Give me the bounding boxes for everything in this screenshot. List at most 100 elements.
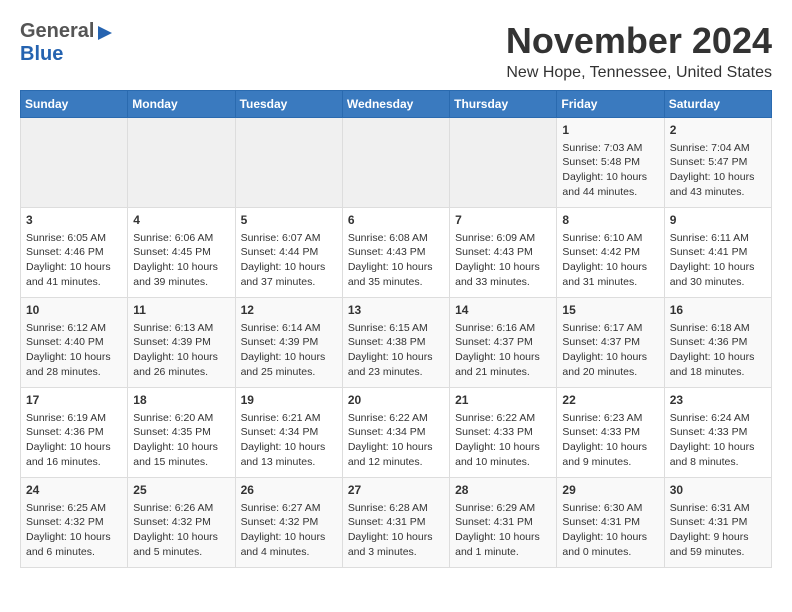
calendar-day-cell: 10Sunrise: 6:12 AMSunset: 4:40 PMDayligh…: [21, 298, 128, 388]
day-number: 14: [455, 302, 551, 319]
day-info: Sunrise: 6:13 AM: [133, 321, 229, 336]
day-number: 16: [670, 302, 766, 319]
day-info: Daylight: 10 hours: [670, 440, 766, 455]
weekday-header-friday: Friday: [557, 91, 664, 118]
location: New Hope, Tennessee, United States: [506, 64, 772, 82]
day-info: Sunrise: 6:16 AM: [455, 321, 551, 336]
day-info: and 12 minutes.: [348, 455, 444, 470]
day-info: Sunset: 4:40 PM: [26, 335, 122, 350]
weekday-header-row: SundayMondayTuesdayWednesdayThursdayFrid…: [21, 91, 772, 118]
calendar-week-4: 17Sunrise: 6:19 AMSunset: 4:36 PMDayligh…: [21, 388, 772, 478]
calendar-day-cell: [450, 118, 557, 208]
logo-general: General: [20, 20, 94, 43]
day-number: 20: [348, 392, 444, 409]
calendar-week-1: 1Sunrise: 7:03 AMSunset: 5:48 PMDaylight…: [21, 118, 772, 208]
day-number: 30: [670, 482, 766, 499]
month-title: November 2024: [506, 20, 772, 62]
day-number: 12: [241, 302, 337, 319]
day-number: 15: [562, 302, 658, 319]
day-info: Sunset: 4:31 PM: [562, 515, 658, 530]
calendar-day-cell: 7Sunrise: 6:09 AMSunset: 4:43 PMDaylight…: [450, 208, 557, 298]
day-number: 10: [26, 302, 122, 319]
logo-triangle-icon: [96, 24, 114, 42]
day-info: Sunrise: 6:31 AM: [670, 501, 766, 516]
calendar-day-cell: 28Sunrise: 6:29 AMSunset: 4:31 PMDayligh…: [450, 478, 557, 568]
day-info: Sunrise: 6:08 AM: [348, 231, 444, 246]
page-header: General Blue November 2024 New Hope, Ten…: [20, 20, 772, 82]
day-info: and 59 minutes.: [670, 545, 766, 560]
weekday-header-sunday: Sunday: [21, 91, 128, 118]
day-number: 13: [348, 302, 444, 319]
day-info: Daylight: 10 hours: [133, 530, 229, 545]
calendar-day-cell: [128, 118, 235, 208]
calendar-day-cell: 3Sunrise: 6:05 AMSunset: 4:46 PMDaylight…: [21, 208, 128, 298]
day-info: Daylight: 10 hours: [133, 260, 229, 275]
day-info: and 35 minutes.: [348, 275, 444, 290]
day-info: Daylight: 10 hours: [348, 440, 444, 455]
calendar-day-cell: 25Sunrise: 6:26 AMSunset: 4:32 PMDayligh…: [128, 478, 235, 568]
day-info: Daylight: 10 hours: [670, 170, 766, 185]
day-info: and 6 minutes.: [26, 545, 122, 560]
day-info: and 10 minutes.: [455, 455, 551, 470]
day-info: Sunrise: 6:14 AM: [241, 321, 337, 336]
day-info: Daylight: 10 hours: [455, 260, 551, 275]
day-info: and 26 minutes.: [133, 365, 229, 380]
day-info: Sunset: 4:34 PM: [348, 425, 444, 440]
day-info: Daylight: 10 hours: [241, 530, 337, 545]
day-info: Sunrise: 6:27 AM: [241, 501, 337, 516]
day-info: Daylight: 10 hours: [241, 260, 337, 275]
day-info: Daylight: 10 hours: [670, 260, 766, 275]
calendar-day-cell: 9Sunrise: 6:11 AMSunset: 4:41 PMDaylight…: [664, 208, 771, 298]
calendar-day-cell: 16Sunrise: 6:18 AMSunset: 4:36 PMDayligh…: [664, 298, 771, 388]
day-number: 24: [26, 482, 122, 499]
day-info: Sunset: 4:31 PM: [455, 515, 551, 530]
day-info: and 20 minutes.: [562, 365, 658, 380]
day-info: Sunrise: 6:22 AM: [455, 411, 551, 426]
day-info: Sunset: 4:33 PM: [562, 425, 658, 440]
day-info: Daylight: 10 hours: [562, 350, 658, 365]
day-info: Sunset: 4:36 PM: [26, 425, 122, 440]
day-info: Daylight: 9 hours: [670, 530, 766, 545]
day-info: and 0 minutes.: [562, 545, 658, 560]
calendar-header: SundayMondayTuesdayWednesdayThursdayFrid…: [21, 91, 772, 118]
day-info: Daylight: 10 hours: [26, 260, 122, 275]
day-info: Sunrise: 6:05 AM: [26, 231, 122, 246]
day-info: Sunrise: 6:22 AM: [348, 411, 444, 426]
day-info: Sunset: 5:48 PM: [562, 155, 658, 170]
day-info: Daylight: 10 hours: [455, 440, 551, 455]
day-info: Sunrise: 6:29 AM: [455, 501, 551, 516]
calendar-day-cell: 26Sunrise: 6:27 AMSunset: 4:32 PMDayligh…: [235, 478, 342, 568]
calendar-day-cell: [342, 118, 449, 208]
calendar-day-cell: 15Sunrise: 6:17 AMSunset: 4:37 PMDayligh…: [557, 298, 664, 388]
day-info: Sunset: 4:43 PM: [348, 245, 444, 260]
day-info: and 3 minutes.: [348, 545, 444, 560]
day-number: 25: [133, 482, 229, 499]
day-info: Sunset: 4:37 PM: [562, 335, 658, 350]
day-info: Daylight: 10 hours: [241, 440, 337, 455]
day-info: Sunset: 5:47 PM: [670, 155, 766, 170]
day-info: Sunset: 4:33 PM: [455, 425, 551, 440]
day-info: Sunset: 4:38 PM: [348, 335, 444, 350]
calendar-day-cell: 4Sunrise: 6:06 AMSunset: 4:45 PMDaylight…: [128, 208, 235, 298]
day-number: 27: [348, 482, 444, 499]
day-info: Daylight: 10 hours: [133, 440, 229, 455]
day-info: Sunrise: 7:04 AM: [670, 141, 766, 156]
weekday-header-saturday: Saturday: [664, 91, 771, 118]
day-number: 8: [562, 212, 658, 229]
day-number: 23: [670, 392, 766, 409]
day-info: and 4 minutes.: [241, 545, 337, 560]
day-number: 21: [455, 392, 551, 409]
calendar-day-cell: 23Sunrise: 6:24 AMSunset: 4:33 PMDayligh…: [664, 388, 771, 478]
day-info: Daylight: 10 hours: [241, 350, 337, 365]
calendar-day-cell: 11Sunrise: 6:13 AMSunset: 4:39 PMDayligh…: [128, 298, 235, 388]
day-info: Daylight: 10 hours: [26, 440, 122, 455]
calendar-table: SundayMondayTuesdayWednesdayThursdayFrid…: [20, 90, 772, 568]
day-info: and 25 minutes.: [241, 365, 337, 380]
day-info: Sunrise: 6:19 AM: [26, 411, 122, 426]
calendar-day-cell: 14Sunrise: 6:16 AMSunset: 4:37 PMDayligh…: [450, 298, 557, 388]
day-number: 4: [133, 212, 229, 229]
logo-blue: Blue: [20, 43, 63, 65]
day-number: 6: [348, 212, 444, 229]
day-info: Sunset: 4:39 PM: [133, 335, 229, 350]
day-info: Daylight: 10 hours: [562, 170, 658, 185]
